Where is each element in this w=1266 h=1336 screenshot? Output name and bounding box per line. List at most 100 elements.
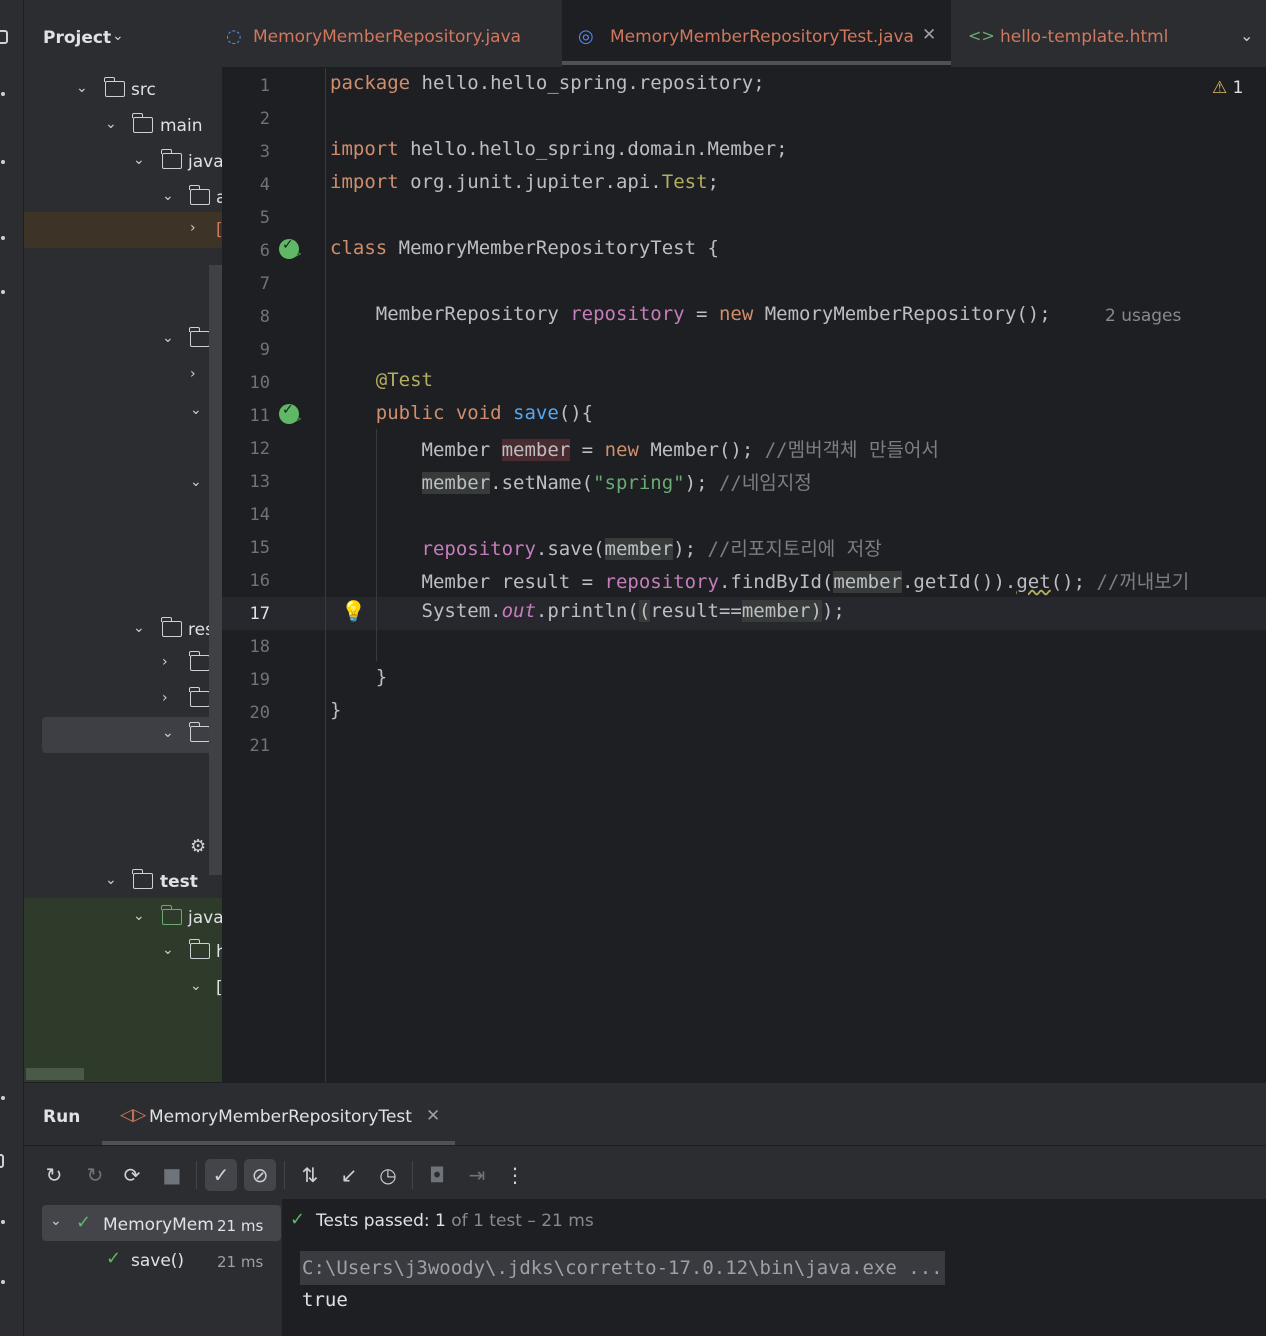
run-tool-icon[interactable] (0, 1154, 4, 1168)
more-options-icon[interactable]: ⋮ (499, 1159, 531, 1191)
tree-node-settings-file[interactable]: ⚙ a (24, 828, 222, 864)
tree-node-label: java (188, 908, 222, 928)
run-tab-label[interactable]: MemoryMemberRepositoryTest (149, 1107, 412, 1127)
method-name: save (513, 402, 559, 424)
play-icon[interactable]: ▷ (292, 411, 301, 425)
chevron-down-icon[interactable]: ⌄ (190, 474, 202, 490)
chevron-down-icon[interactable]: ⌄ (105, 116, 117, 132)
comment: //멤버객체 만들어서 (764, 439, 939, 461)
inspection-widget[interactable]: ⚠ 1 (1212, 78, 1243, 98)
chevron-right-icon[interactable]: › (190, 366, 196, 382)
code-text: } (330, 699, 342, 721)
tree-node-test[interactable]: ⌄ test (24, 864, 222, 900)
java-command-line[interactable]: C:\Users\j3woody\.jdks\corretto-17.0.12\… (300, 1251, 945, 1285)
code-line-16: Member result = repository.findById(memb… (330, 567, 1189, 594)
chevron-down-icon[interactable]: ⌄ (190, 978, 202, 994)
project-tool-icon[interactable] (0, 30, 8, 44)
active-tab-indicator (562, 61, 951, 65)
import-icon[interactable]: ⇥ (461, 1159, 493, 1191)
rerun-failed-icon[interactable]: ↻ (79, 1159, 111, 1191)
code-text: .setName( (490, 472, 594, 494)
project-scrollbar[interactable] (209, 265, 222, 875)
chevron-right-icon[interactable]: › (162, 654, 168, 670)
tree-node-main[interactable]: ⌄ main (24, 108, 222, 144)
chevron-right-icon[interactable]: › (190, 220, 196, 236)
tree-node-folder[interactable]: › [ (24, 358, 222, 394)
chevron-down-icon[interactable]: ⌄ (162, 725, 174, 741)
code-editor[interactable]: 1 2 3 4 5 6 7 8 9 10 11 12 13 14 15 16 1… (222, 68, 1266, 1082)
chevron-down-icon[interactable]: ⌄ (105, 872, 117, 888)
chevron-down-icon[interactable]: ⌄ (162, 942, 174, 958)
chevron-down-icon[interactable]: ⌄ (162, 330, 174, 346)
tree-node-package[interactable]: ⌄ h (24, 322, 222, 358)
test-source-folder-icon (161, 905, 182, 925)
code-text: (); (1050, 571, 1097, 593)
tree-node-java[interactable]: ⌄ java (24, 144, 222, 180)
folder-icon (104, 77, 125, 97)
tree-node-folder-hovered[interactable]: ⌄ t (42, 717, 222, 753)
code-text: org.junit.jupiter.api. (398, 171, 662, 193)
keyword: new (604, 439, 639, 461)
close-icon[interactable]: ✕ (922, 25, 936, 45)
tree-node-folder[interactable]: › s (24, 682, 222, 718)
chevron-down-icon[interactable]: ⌄ (76, 80, 88, 96)
code-text: ); (684, 472, 719, 494)
chevron-down-icon[interactable]: ⌄ (133, 152, 145, 168)
chevron-down-icon[interactable]: ⌄ (133, 908, 145, 924)
chevron-down-icon[interactable]: ⌄ (133, 620, 145, 636)
play-icon[interactable]: ▷ (292, 246, 301, 260)
rerun-icon[interactable]: ↻ (38, 1159, 70, 1191)
run-console[interactable]: ✓ Tests passed: 1 of 1 test – 21 ms C:\U… (282, 1199, 1266, 1336)
tree-node-package[interactable]: ⌄ a (24, 180, 222, 216)
tree-node-folder[interactable]: ⌄ [ (24, 970, 222, 1006)
vcs-tool-icon[interactable] (1, 160, 5, 164)
variable-highlight: member (741, 600, 811, 622)
usages-hint[interactable]: 2 usages (1105, 306, 1181, 326)
test-method-label[interactable]: save() (131, 1251, 184, 1271)
tree-node-test-java[interactable]: ⌄ java (24, 900, 222, 936)
problems-tool-icon[interactable] (1, 1220, 5, 1224)
code-line-12: Member member = new Member(); //멤버객체 만들어… (330, 435, 939, 462)
structure-tool-icon[interactable] (1, 236, 5, 240)
more-tools-icon[interactable] (1, 290, 5, 294)
commit-tool-icon[interactable] (1, 92, 5, 96)
chevron-down-icon[interactable]: ⌄ (190, 402, 202, 418)
camera-icon[interactable]: ◘ (421, 1159, 453, 1191)
code-line-3: import hello.hello_spring.domain.Member; (330, 138, 788, 160)
project-title[interactable]: Project (43, 28, 111, 48)
tab-memory-member-repository[interactable]: ◌ MemoryMemberRepository.java (222, 0, 560, 68)
show-passed-icon[interactable]: ✓ (205, 1159, 237, 1191)
toggle-auto-test-icon[interactable]: ⟳ (116, 1159, 148, 1191)
chevron-down-icon[interactable]: ⌄ (112, 28, 124, 44)
close-icon[interactable]: ✕ (426, 1106, 440, 1126)
tree-node-folder[interactable]: ⌄ [ (24, 394, 222, 430)
tree-node-folder[interactable]: ⌄ [ (24, 466, 222, 502)
gutter-divider (325, 68, 326, 1082)
chevron-right-icon[interactable]: › (162, 690, 168, 706)
line-number: 11 (249, 406, 270, 426)
horizontal-scrollbar[interactable] (26, 1068, 84, 1080)
show-ignored-icon[interactable]: ⊘ (244, 1159, 276, 1191)
chevron-down-icon[interactable]: ⌄ (1240, 26, 1253, 45)
tree-node-package[interactable]: ⌄ h (24, 934, 222, 970)
terminal-tool-icon[interactable] (1, 1280, 5, 1284)
status-suffix: of 1 test – 21 ms (445, 1211, 594, 1231)
collapse-icon[interactable]: ↙ (333, 1159, 365, 1191)
resources-folder-icon (161, 617, 182, 637)
tree-node-label: main (160, 116, 203, 136)
chevron-down-icon[interactable]: ⌄ (50, 1213, 62, 1229)
tree-node-src[interactable]: ⌄ src (24, 72, 222, 108)
tree-node-folder[interactable]: › h (24, 646, 222, 682)
divider (24, 1145, 1266, 1146)
sort-icon[interactable]: ⇅ (294, 1159, 326, 1191)
services-tool-icon[interactable] (1, 1096, 5, 1100)
history-icon[interactable]: ◷ (372, 1159, 404, 1191)
tree-node-selected[interactable]: › [ (24, 212, 222, 248)
tab-memory-member-repository-test[interactable]: ◎ MemoryMemberRepositoryTest.java (562, 0, 951, 68)
code-text: .getId()). (901, 571, 1017, 593)
tree-node-resources[interactable]: ⌄ reso (24, 612, 222, 648)
chevron-down-icon[interactable]: ⌄ (162, 188, 174, 204)
stop-icon[interactable]: ■ (156, 1159, 188, 1191)
tab-hello-template[interactable]: <> hello-template.html (962, 0, 1232, 68)
